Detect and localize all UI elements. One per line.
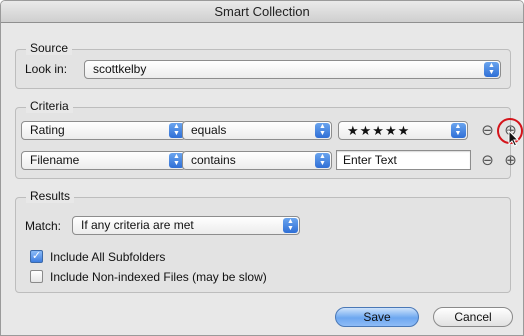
- plus-circle-icon[interactable]: ⊕: [504, 153, 517, 168]
- updown-arrows-icon: ▲ ▼: [451, 123, 466, 138]
- save-button[interactable]: Save: [335, 307, 419, 327]
- include-nonindexed-checkbox[interactable]: [30, 270, 43, 283]
- match-label: Match:: [25, 219, 62, 233]
- criteria-field-popup[interactable]: Filename ▲ ▼: [21, 151, 186, 170]
- criteria-field-value: Rating: [30, 123, 65, 137]
- include-nonindexed-label: Include Non-indexed Files (may be slow): [50, 270, 267, 284]
- updown-arrows-icon: ▲ ▼: [283, 218, 298, 233]
- look-in-popup[interactable]: scottkelby ▲ ▼: [84, 60, 501, 79]
- match-popup[interactable]: If any criteria are met ▲ ▼: [72, 216, 300, 235]
- results-group: Results Match: If any criteria are met ▲…: [15, 189, 511, 293]
- mouse-pointer-icon: [508, 130, 520, 147]
- rating-value-popup[interactable]: ★★★★★ ▲ ▼: [338, 121, 468, 140]
- criteria-field-value: Filename: [30, 153, 80, 167]
- minus-circle-icon[interactable]: ⊖: [481, 153, 494, 168]
- source-legend: Source: [26, 41, 73, 55]
- cancel-button[interactable]: Cancel: [433, 307, 513, 327]
- minus-circle-icon[interactable]: ⊖: [481, 123, 494, 138]
- rating-stars: ★★★★★: [347, 123, 411, 138]
- updown-arrows-icon: ▲ ▼: [315, 153, 330, 168]
- criteria-operator-value: equals: [191, 123, 227, 137]
- updown-arrows-icon: ▲ ▼: [484, 62, 499, 77]
- include-subfolders-label: Include All Subfolders: [50, 250, 166, 264]
- source-group: Source Look in: scottkelby ▲ ▼: [15, 41, 511, 89]
- look-in-value: scottkelby: [93, 62, 147, 76]
- window-title: Smart Collection: [1, 1, 523, 23]
- criteria-text-field[interactable]: Enter Text: [336, 150, 471, 170]
- checkmark-icon: ✓: [31, 250, 42, 262]
- criteria-operator-value: contains: [191, 153, 236, 167]
- criteria-operator-popup[interactable]: contains ▲ ▼: [182, 151, 332, 170]
- match-value: If any criteria are met: [81, 218, 194, 232]
- smart-collection-dialog: Smart Collection Source Look in: scottke…: [0, 0, 524, 336]
- updown-arrows-icon: ▲ ▼: [315, 123, 330, 138]
- criteria-legend: Criteria: [26, 99, 73, 113]
- look-in-label: Look in:: [25, 62, 68, 76]
- criteria-group: Criteria Rating ▲ ▼ equals ▲ ▼ ★★★★★ ▲ ▼ ⊖ …: [15, 99, 517, 179]
- results-legend: Results: [26, 189, 75, 203]
- include-subfolders-checkbox[interactable]: ✓: [30, 250, 43, 263]
- criteria-operator-popup[interactable]: equals ▲ ▼: [182, 121, 332, 140]
- criteria-field-popup[interactable]: Rating ▲ ▼: [21, 121, 186, 140]
